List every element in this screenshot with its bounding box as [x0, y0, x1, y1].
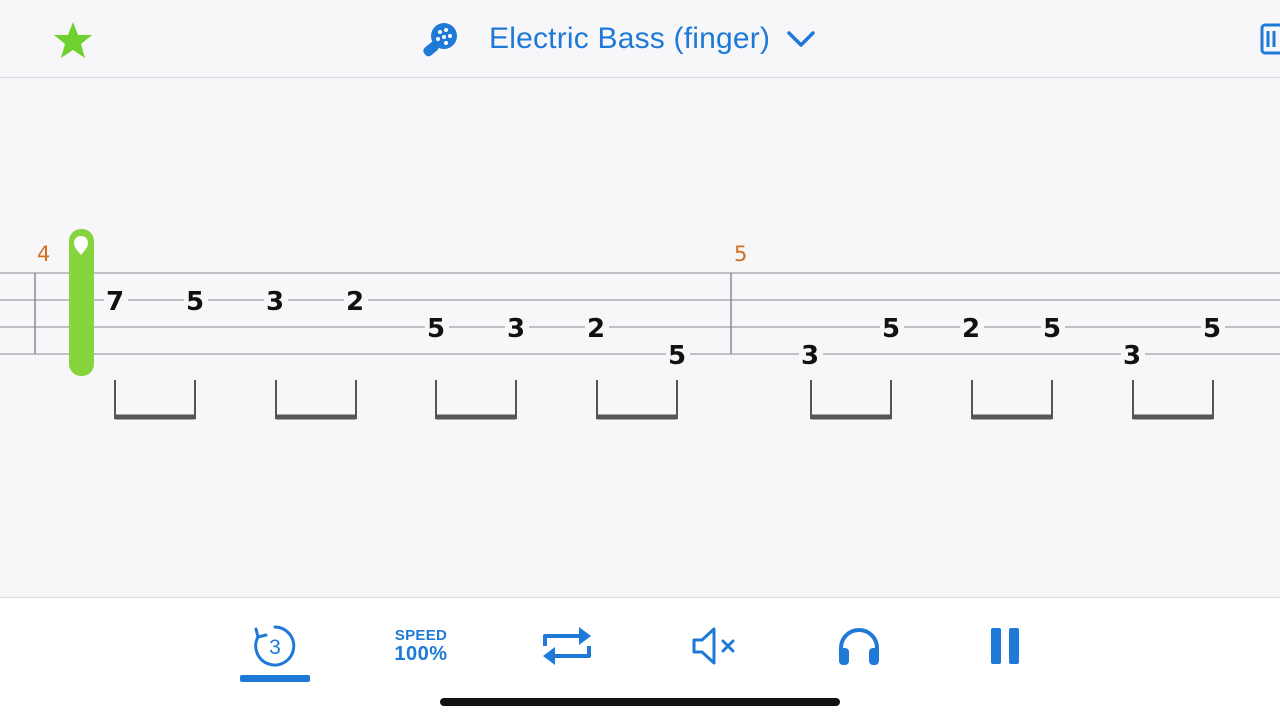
home-indicator[interactable]: [440, 698, 840, 706]
tab-note[interactable]: 2: [962, 314, 980, 344]
loop-button[interactable]: [537, 618, 597, 674]
tab-note[interactable]: 5: [882, 314, 900, 344]
tab-note[interactable]: 5: [668, 341, 686, 371]
pause-button[interactable]: [980, 618, 1030, 674]
speed-button[interactable]: SPEED 100%: [385, 618, 457, 674]
measure-number: 5: [734, 242, 747, 266]
loop-icon: [543, 627, 591, 665]
instrument-name: Electric Bass (finger): [489, 22, 771, 55]
pause-icon: [991, 628, 1019, 664]
instrument-selector[interactable]: Electric Bass (finger): [418, 14, 818, 64]
headphones-icon: [839, 628, 879, 665]
tab-note[interactable]: 3: [507, 314, 525, 344]
tablature-view[interactable]: 4 5 7 5 3 2 5 3 2 5 3 5 2 5 3 5: [0, 78, 1280, 596]
tab-note[interactable]: 2: [587, 314, 605, 344]
tab-note[interactable]: 3: [1123, 341, 1141, 371]
headphones-button[interactable]: [833, 618, 885, 674]
tab-note[interactable]: 3: [266, 287, 284, 317]
app: Electric Bass (finger) 4 5 7 5 3 2 5 3 2…: [0, 0, 1280, 720]
speaker-muted-icon: [692, 627, 735, 665]
measure-number: 4: [37, 242, 50, 266]
playhead-cursor[interactable]: [69, 229, 94, 376]
count-in-value: 3: [269, 636, 281, 659]
star-icon: [54, 22, 92, 58]
playback-toolbar: 3 SPEED 100%: [0, 597, 1280, 720]
tab-note[interactable]: 5: [1203, 314, 1221, 344]
speed-value: 100%: [394, 643, 448, 665]
score-view-icon: [1260, 23, 1280, 55]
measure-4-notes: 7 5 3 2 5 3 2 5: [104, 286, 690, 371]
tab-note[interactable]: 5: [427, 314, 445, 344]
rhythm-beams: [114, 380, 1214, 420]
tab-note[interactable]: 5: [186, 287, 204, 317]
active-indicator: [240, 675, 310, 682]
tab-note[interactable]: 2: [346, 287, 364, 317]
mute-button[interactable]: [688, 618, 742, 674]
measure-5-notes: 3 5 2 5 3 5: [799, 313, 1225, 371]
count-in-icon: 3: [254, 625, 296, 667]
favorite-button[interactable]: [50, 17, 96, 63]
speed-label: SPEED: [394, 627, 448, 644]
count-in-button[interactable]: 3: [240, 618, 310, 674]
chevron-down-icon: [784, 22, 818, 56]
tab-note[interactable]: 7: [106, 287, 124, 317]
tab-note[interactable]: 5: [1043, 314, 1061, 344]
guitar-pick-icon: [418, 16, 464, 62]
top-bar: Electric Bass (finger): [0, 0, 1280, 78]
tab-note[interactable]: 3: [801, 341, 819, 371]
score-view-button[interactable]: [1258, 22, 1280, 56]
